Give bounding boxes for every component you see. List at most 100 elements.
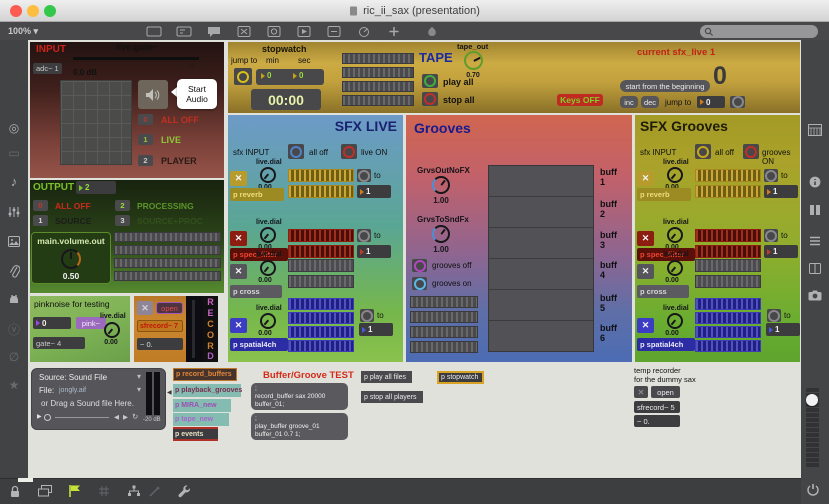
live-on-toggle[interactable] — [341, 144, 357, 159]
grooves-on-toggle[interactable] — [412, 277, 427, 290]
record-buffer-message[interactable]: ; record_buffer sax 20000 buffer_01; — [251, 383, 348, 410]
stopwatch-patcher-button[interactable]: p stopwatch — [437, 371, 484, 384]
cross-dial[interactable] — [260, 260, 276, 276]
live-gain-slider[interactable] — [73, 57, 199, 60]
spec-filter-to-number[interactable]: 1 — [764, 245, 798, 258]
music-note-icon[interactable]: ♪ — [0, 176, 28, 188]
play-buffer-message[interactable]: ; play_buffer groove_01 buffer_01 0.7 1; — [251, 413, 348, 440]
presentation-flag-icon[interactable] — [67, 484, 81, 498]
mode-key-0[interactable]: 0 — [138, 114, 153, 125]
waveform-cell[interactable] — [489, 259, 593, 290]
button-icon[interactable] — [266, 26, 282, 37]
stop-all-players-button[interactable]: p stop all players — [361, 391, 423, 403]
spatial4ch-dial[interactable] — [667, 313, 683, 329]
star-icon[interactable]: ★ — [0, 379, 28, 391]
spatial4ch-module-button[interactable]: p spatial4ch — [230, 338, 288, 351]
spatial4ch-to-number[interactable]: 1 — [359, 323, 393, 336]
play-all-toggle[interactable] — [422, 74, 438, 88]
dial-icon[interactable] — [356, 26, 372, 37]
reverb-to-number[interactable]: 1 — [764, 185, 798, 198]
pinknoise-number-box[interactable]: 0 — [33, 317, 71, 329]
reverb-x-toggle[interactable]: ✕ — [230, 171, 247, 186]
waveform-cell[interactable] — [489, 290, 593, 321]
stopwatch-jump-toggle[interactable] — [234, 68, 252, 85]
grvs-to-sndfx-dial[interactable] — [432, 225, 450, 243]
spec-filter-dial[interactable] — [667, 227, 683, 243]
target-icon[interactable]: ◎ — [0, 122, 28, 134]
grooves-on-toggle[interactable] — [743, 144, 759, 159]
hierarchy-icon[interactable] — [127, 485, 141, 497]
output-mode-key-0[interactable]: 0 — [33, 200, 48, 211]
mixer-icon[interactable] — [8, 206, 20, 218]
tape-jump-number-box[interactable]: 0 — [697, 96, 725, 108]
record-x-toggle[interactable]: ✕ — [137, 301, 153, 315]
null-circle-icon[interactable]: ∅ — [0, 351, 28, 363]
file-name[interactable]: jongly.aif — [59, 387, 86, 394]
spec-filter-x-toggle[interactable]: ✕ — [230, 231, 247, 246]
play-all-files-button[interactable]: p play all files — [361, 371, 412, 383]
scrub-knob[interactable] — [44, 414, 51, 421]
spec-filter-to-number[interactable]: 1 — [357, 245, 391, 258]
main-volume-dial[interactable] — [61, 249, 81, 269]
cross-module-button[interactable]: p cross — [230, 285, 282, 298]
cross-x-toggle[interactable]: ✕ — [230, 264, 247, 279]
playbar-icon[interactable] — [296, 26, 312, 37]
colorize-icon[interactable] — [424, 26, 440, 37]
temp-recorder-x-toggle[interactable]: ✕ — [634, 386, 648, 398]
patcher-mira-new[interactable]: p MIRA_new — [173, 399, 231, 412]
loop-icon[interactable]: ↻ — [132, 412, 138, 421]
grvs-out-nofx-dial[interactable] — [432, 176, 450, 194]
gain-slider-knob[interactable] — [806, 394, 818, 406]
file-chevron-icon[interactable]: ▾ — [137, 385, 141, 394]
dec-button[interactable]: dec — [641, 96, 659, 108]
spatial4ch-to-toggle[interactable] — [767, 309, 781, 322]
min-number[interactable]: 0 — [258, 71, 274, 80]
reverb-to-toggle[interactable] — [357, 169, 371, 182]
patcher-events[interactable]: p events — [173, 427, 218, 441]
temp-sfrecord-object[interactable]: sfrecord~ 5 — [634, 401, 680, 413]
object-icon[interactable] — [146, 26, 162, 37]
spec-filter-to-toggle[interactable] — [357, 229, 371, 242]
windows-icon[interactable] — [38, 485, 52, 497]
spatial4ch-x-toggle[interactable]: ✕ — [637, 318, 654, 333]
reverb-module-button[interactable]: p reverb — [230, 188, 284, 201]
spec-filter-dial[interactable] — [260, 227, 276, 243]
output-mode-key-2[interactable]: 2 — [115, 200, 130, 211]
cross-dial[interactable] — [667, 260, 683, 276]
sec-number[interactable]: 0 — [290, 71, 306, 80]
all-off-toggle[interactable] — [695, 144, 711, 159]
player-left-tri-icon[interactable]: ◀ — [167, 389, 172, 396]
waveform-cell[interactable] — [489, 166, 593, 197]
record-sig-number[interactable]: ~ 0. — [137, 338, 183, 350]
mode-key-1[interactable]: 1 — [138, 134, 153, 145]
cross-module-button[interactable]: p cross — [637, 285, 689, 298]
reverb-module-button[interactable]: p reverb — [637, 188, 691, 201]
comment-icon[interactable] — [206, 26, 222, 37]
spec-filter-x-toggle[interactable]: ✕ — [637, 231, 654, 246]
all-off-toggle[interactable] — [288, 144, 304, 159]
patcher-playback-grooves[interactable]: p playback_grooves — [173, 384, 241, 397]
v-badge-icon[interactable]: ⓥ — [0, 324, 28, 336]
object-inspector-icon[interactable] — [176, 26, 192, 37]
add-object-icon[interactable] — [386, 26, 402, 37]
source-select[interactable]: Source: Sound File — [39, 373, 107, 382]
wand-icon[interactable] — [148, 485, 161, 497]
inc-button[interactable]: inc — [620, 96, 638, 108]
waveform-cell[interactable] — [489, 321, 593, 351]
pinknoise-dial[interactable] — [104, 322, 120, 338]
record-open-button[interactable]: open — [156, 302, 183, 314]
stopwatch-number-box[interactable]: 0 0 — [256, 69, 324, 85]
paperclip-icon[interactable] — [9, 265, 20, 278]
waveform-cell[interactable] — [489, 228, 593, 259]
scrub-track[interactable] — [55, 417, 109, 418]
info-icon[interactable] — [809, 176, 821, 188]
temp-recorder-open-button[interactable]: open — [651, 386, 680, 398]
spatial4ch-x-toggle[interactable]: ✕ — [230, 318, 247, 333]
groove-waveform-display[interactable] — [488, 165, 594, 352]
output-mode-key-3[interactable]: 3 — [115, 215, 130, 226]
reverb-to-toggle[interactable] — [764, 169, 778, 182]
play-icon[interactable]: ▶ — [37, 413, 42, 420]
prev-icon[interactable]: ◀ — [114, 413, 119, 421]
search-input[interactable] — [700, 25, 818, 38]
keyboard-grid-icon[interactable] — [808, 124, 822, 136]
